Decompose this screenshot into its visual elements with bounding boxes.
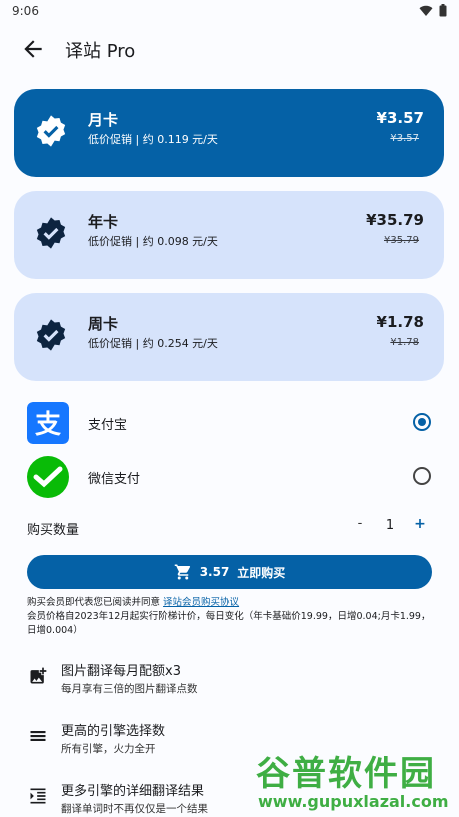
app-bar: 译站 Pro <box>0 28 459 72</box>
menu-icon <box>30 731 46 741</box>
watermark-text: 谷普软件园 <box>256 754 436 794</box>
feature-title: 更多引擎的详细翻译结果 <box>61 784 205 799</box>
plan-description: 低价促销 | 约 0.119 元/天 <box>88 133 218 146</box>
plan-name: 年卡 <box>88 213 119 231</box>
notice-prefix: 购买会员即代表您已阅读并同意 <box>27 597 161 608</box>
payment-label: 微信支付 <box>88 472 141 487</box>
status-icons <box>419 4 447 17</box>
plan-card-monthly[interactable]: 月卡 低价促销 | 约 0.119 元/天 ¥3.57 ¥3.57 <box>14 89 444 177</box>
payment-label: 支付宝 <box>88 418 128 433</box>
status-bar: 9:06 <box>0 0 459 24</box>
feature-subtitle: 每月享有三倍的图片翻译点数 <box>61 683 198 695</box>
plan-name: 周卡 <box>88 315 119 333</box>
page-title: 译站 Pro <box>65 41 136 62</box>
plan-price: ¥1.78 <box>376 313 424 331</box>
verified-badge-icon <box>36 115 66 147</box>
plan-price: ¥35.79 <box>366 211 424 229</box>
watermark-url: www.gupuxlazal.com <box>258 792 449 811</box>
plan-card-weekly[interactable]: 周卡 低价促销 | 约 0.254 元/天 ¥1.78 ¥1.78 <box>14 293 444 381</box>
quantity-value: 1 <box>385 518 395 533</box>
back-button[interactable] <box>20 36 46 62</box>
plan-card-yearly[interactable]: 年卡 低价促销 | 约 0.098 元/天 ¥35.79 ¥35.79 <box>14 191 444 279</box>
buy-amount: 3.57 <box>199 565 230 579</box>
alipay-logo-icon: 支 <box>27 402 69 444</box>
svg-text:支: 支 <box>35 410 61 440</box>
plan-original-price: ¥3.57 <box>390 133 419 144</box>
shopping-cart-icon <box>174 564 190 580</box>
buy-now-button[interactable]: 3.57 立即购买 <box>27 555 432 589</box>
quantity-decrease-button[interactable]: - <box>352 516 368 531</box>
buy-label: 立即购买 <box>237 565 286 580</box>
plan-original-price: ¥1.78 <box>390 337 419 348</box>
feature-title: 图片翻译每月配额x3 <box>61 664 181 679</box>
verified-badge-icon <box>36 319 66 351</box>
feature-title: 更高的引擎选择数 <box>61 724 166 739</box>
payment-option-alipay[interactable]: 支 支付宝 <box>0 399 459 447</box>
pricing-detail: 会员价格自2023年12月起实行阶梯计价，每日变化（年卡基础价19.99，日增0… <box>27 611 431 636</box>
purchase-notice: 购买会员即代表您已阅读并同意 译站会员购买协议 会员价格自2023年12月起实行… <box>27 596 437 638</box>
plan-name: 月卡 <box>88 111 119 129</box>
feature-subtitle: 翻译单词时不再仅仅是一个结果 <box>61 803 208 815</box>
quantity-label: 购买数量 <box>27 523 80 538</box>
plan-description: 低价促销 | 约 0.254 元/天 <box>88 337 218 350</box>
add-photo-icon <box>30 667 47 684</box>
format-indent-icon <box>30 788 46 804</box>
watermark-logo: 谷普软件园 www.gupuxlazal.com <box>252 742 455 817</box>
verified-badge-icon <box>36 217 66 249</box>
quantity-row: 购买数量 - 1 + <box>0 516 459 540</box>
arrow-back-icon <box>24 40 42 58</box>
payment-option-wechat[interactable]: 微信支付 <box>0 453 459 501</box>
plan-original-price: ¥35.79 <box>384 235 419 246</box>
status-time: 9:06 <box>12 4 39 18</box>
feature-subtitle: 所有引擎，火力全开 <box>61 743 156 755</box>
plan-description: 低价促销 | 约 0.098 元/天 <box>88 235 218 248</box>
wifi-icon <box>419 5 433 16</box>
payment-radio[interactable] <box>413 467 431 485</box>
buy-button-content: 3.57 立即购买 <box>27 563 432 581</box>
payment-radio-selected[interactable] <box>413 413 431 431</box>
battery-icon <box>439 4 447 17</box>
wechat-pay-logo-icon <box>27 456 69 498</box>
quantity-increase-button[interactable]: + <box>412 516 428 532</box>
membership-agreement-link[interactable]: 译站会员购买协议 <box>163 597 239 608</box>
plan-price: ¥3.57 <box>376 109 424 127</box>
feature-item: 图片翻译每月配额x3 每月享有三倍的图片翻译点数 <box>0 656 459 706</box>
